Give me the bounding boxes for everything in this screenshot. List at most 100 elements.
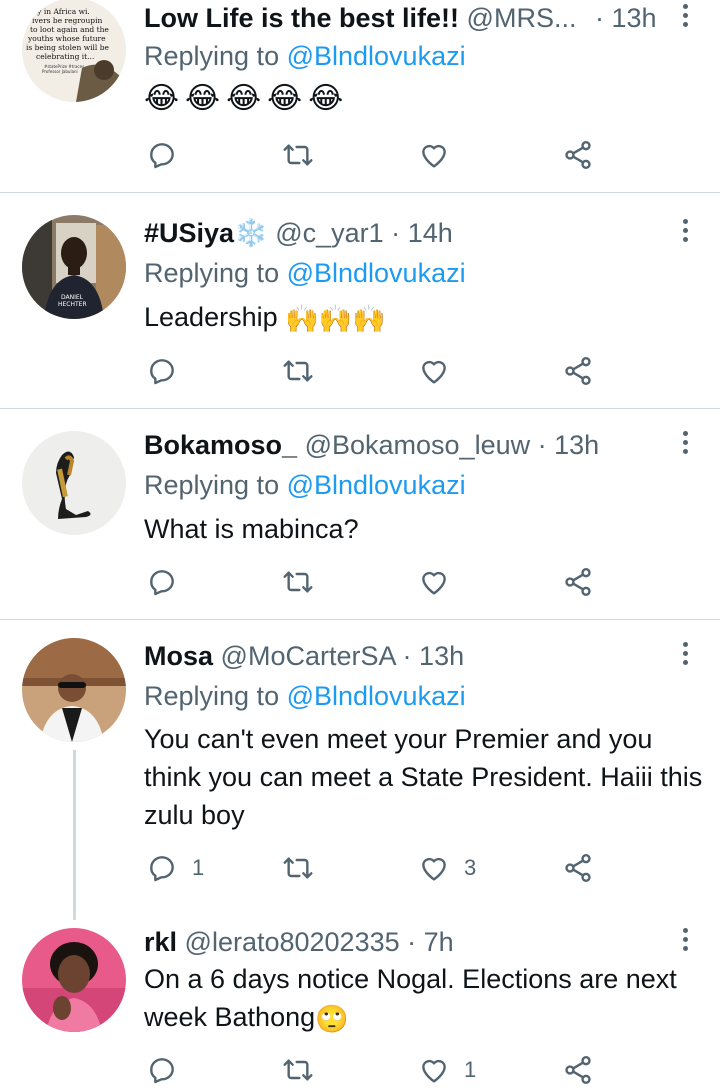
- share-button[interactable]: [562, 137, 594, 173]
- tweet-5[interactable]: rkl @lerato80202335 · 7h On a 6 days not…: [0, 920, 720, 1091]
- retweet-icon: [283, 360, 313, 382]
- retweet-icon: [283, 857, 313, 879]
- tweet-header: #USiya❄️ @c_yar1 · 14h: [144, 218, 453, 248]
- like-icon: [422, 571, 446, 595]
- share-icon: [565, 854, 591, 882]
- retweet-icon: [283, 1059, 313, 1081]
- user-handle[interactable]: @MRS...: [467, 3, 577, 33]
- replying-to: Replying to @Blndlovukazi: [144, 258, 466, 288]
- tweet-text: What is mabinca?: [144, 514, 359, 544]
- more-icon[interactable]: [680, 431, 690, 459]
- replying-to: Replying to @Blndlovukazi: [144, 470, 466, 500]
- more-icon[interactable]: [680, 4, 690, 32]
- tweet-actions: 1: [144, 1052, 624, 1088]
- retweet-button[interactable]: [282, 850, 314, 886]
- reply-icon: [150, 570, 174, 596]
- reply-icon: [150, 143, 174, 169]
- avatar[interactable]: DANIEL HECHTER: [22, 215, 126, 319]
- avatar[interactable]: nly in Africa wi. ivers be regroupin to …: [22, 0, 126, 102]
- user-handle[interactable]: @MoCarterSA: [221, 641, 395, 671]
- timestamp[interactable]: 14h: [408, 218, 453, 248]
- svg-text:celebrating it...: celebrating it...: [36, 52, 94, 61]
- retweet-button[interactable]: [282, 564, 314, 600]
- timestamp[interactable]: 13h: [554, 430, 599, 460]
- retweet-icon: [283, 144, 313, 166]
- tweet-header: Mosa @MoCarterSA · 13h: [144, 641, 465, 671]
- share-button[interactable]: [562, 564, 594, 600]
- user-handle[interactable]: @lerato80202335: [185, 927, 400, 957]
- tweet-actions: 1 3: [144, 850, 624, 886]
- user-handle[interactable]: @c_yar1: [275, 218, 383, 248]
- mention-link[interactable]: @Blndlovukazi: [287, 41, 466, 71]
- like-icon: [422, 360, 446, 384]
- avatar[interactable]: [22, 431, 126, 535]
- retweet-button[interactable]: [282, 1052, 314, 1088]
- like-button[interactable]: [418, 137, 450, 173]
- avatar[interactable]: [22, 638, 126, 742]
- share-icon: [565, 568, 591, 596]
- mention-link[interactable]: @Blndlovukazi: [287, 258, 466, 288]
- share-icon: [565, 141, 591, 169]
- svg-text:nly in Africa wi.: nly in Africa wi.: [30, 7, 90, 16]
- svg-text:youths whose future: youths whose future: [27, 34, 106, 43]
- tweet-2[interactable]: DANIEL HECHTER #USiya❄️ @c_yar1 · 14h Re…: [0, 193, 720, 408]
- tweet-4[interactable]: Mosa @MoCarterSA · 13h Replying to @Blnd…: [0, 620, 720, 920]
- retweet-button[interactable]: [282, 353, 314, 389]
- more-icon[interactable]: [680, 642, 690, 670]
- timestamp[interactable]: 7h: [424, 927, 454, 957]
- like-icon: [422, 144, 446, 168]
- mention-link[interactable]: @Blndlovukazi: [287, 681, 466, 711]
- tweet-1[interactable]: nly in Africa wi. ivers be regroupin to …: [0, 0, 720, 192]
- like-count: 3: [464, 855, 477, 880]
- reply-icon: [150, 1058, 174, 1084]
- mention-link[interactable]: @Blndlovukazi: [287, 470, 466, 500]
- reply-button[interactable]: [146, 1052, 178, 1088]
- avatar-shirt-text: DANIEL: [61, 294, 84, 301]
- like-button[interactable]: [418, 353, 450, 389]
- tweet-3[interactable]: Bokamoso_ @Bokamoso_leuw · 13h Replying …: [0, 409, 720, 619]
- display-name[interactable]: Bokamoso_: [144, 430, 297, 460]
- share-button[interactable]: [562, 1052, 594, 1088]
- timestamp[interactable]: 13h: [419, 641, 464, 671]
- tweet-actions: [144, 137, 624, 173]
- reply-button[interactable]: 1: [146, 850, 204, 886]
- tweet-text: On a 6 days notice Nogal. Elections are …: [144, 960, 704, 1038]
- like-icon: [422, 857, 446, 881]
- share-icon: [565, 1056, 591, 1084]
- like-button[interactable]: 1: [418, 1052, 476, 1088]
- eye-roll-emoji: 🙄: [315, 1003, 349, 1034]
- like-button[interactable]: [418, 564, 450, 600]
- display-name[interactable]: rkl: [144, 927, 177, 957]
- tweet-text: 😂😂😂😂😂: [144, 82, 350, 115]
- svg-text:Professor Jabulani: Professor Jabulani: [42, 69, 78, 74]
- timestamp[interactable]: · 13h: [595, 0, 657, 36]
- tweet-header: Bokamoso_ @Bokamoso_leuw · 13h: [144, 430, 600, 460]
- avatar[interactable]: [22, 928, 126, 1032]
- reply-count: 1: [192, 855, 205, 880]
- share-button[interactable]: [562, 353, 594, 389]
- more-icon[interactable]: [680, 219, 690, 247]
- display-name[interactable]: Low Life is the best life!!: [144, 3, 459, 33]
- share-button[interactable]: [562, 850, 594, 886]
- svg-text:HECHTER: HECHTER: [58, 301, 87, 308]
- raised-hands-emoji: 🙌🙌🙌: [285, 303, 386, 334]
- display-name[interactable]: Mosa: [144, 641, 213, 671]
- reply-icon: [150, 856, 174, 882]
- like-icon: [422, 1059, 446, 1083]
- thread-line: [73, 750, 76, 920]
- display-name[interactable]: #USiya: [144, 218, 234, 248]
- reply-button[interactable]: [146, 137, 178, 173]
- tweet-actions: [144, 564, 624, 600]
- tweet-text: Leadership 🙌🙌🙌: [144, 298, 704, 338]
- replying-to: Replying to @Blndlovukazi: [144, 41, 466, 71]
- reply-button[interactable]: [146, 564, 178, 600]
- tweet-text: You can't even meet your Premier and you…: [144, 724, 703, 830]
- more-icon[interactable]: [680, 928, 690, 956]
- like-button[interactable]: 3: [418, 850, 476, 886]
- reply-button[interactable]: [146, 353, 178, 389]
- retweet-icon: [283, 571, 313, 593]
- replying-to: Replying to @Blndlovukazi: [144, 681, 466, 711]
- retweet-button[interactable]: [282, 137, 314, 173]
- svg-text:ivers be regroupin: ivers be regroupin: [32, 16, 102, 25]
- user-handle[interactable]: @Bokamoso_leuw: [305, 430, 531, 460]
